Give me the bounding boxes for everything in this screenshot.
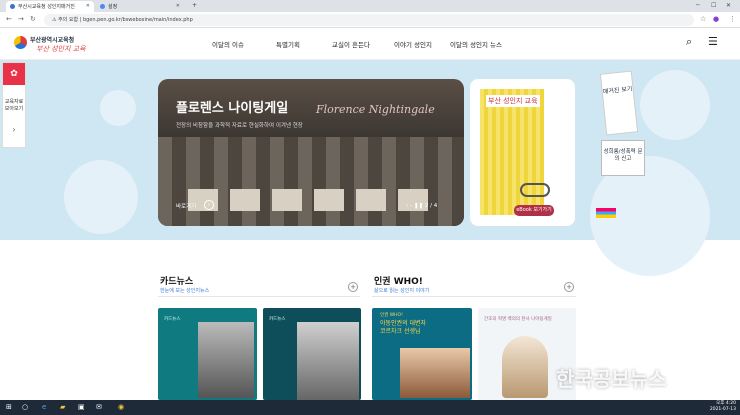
hero-subtitle: 전장의 비참함을 과학적 자료로 현실화하여 이겨낸 현장 bbox=[176, 123, 303, 129]
file-explorer-icon[interactable]: ▰ bbox=[60, 403, 65, 411]
slide-pause-button[interactable]: ❚❚ bbox=[414, 203, 423, 209]
who-subtitle: 삶으로 읽는 성인지 이야기 bbox=[374, 288, 430, 294]
card-label: 카드뉴스 bbox=[269, 317, 286, 322]
hero-script-title: Florence Nightingale bbox=[316, 103, 435, 116]
new-tab-button[interactable]: + bbox=[192, 2, 197, 9]
card-news-subtitle: 한눈에 보는 성인지뉴스 bbox=[160, 288, 210, 294]
url-text: bgen.pen.go.kr/bsweboxine/main/index.php bbox=[82, 17, 193, 23]
slide-prev-button[interactable]: ‹ bbox=[406, 203, 408, 209]
nav-item-special[interactable]: 특별기획 bbox=[276, 39, 300, 49]
chevron-right-icon[interactable]: › bbox=[3, 125, 25, 134]
slide-next-button[interactable]: › bbox=[410, 203, 412, 209]
browser-menu-icon[interactable]: ⋮ bbox=[729, 15, 736, 23]
browser-tab-title: 부산시교육청 성인지매거진 bbox=[18, 4, 75, 10]
side-tab-label-1: 교육자료 bbox=[4, 99, 24, 105]
windows-start-icon[interactable]: ⊞ bbox=[6, 403, 12, 411]
archive-photo-image bbox=[297, 322, 359, 400]
card-news-item[interactable]: 카드뉴스 bbox=[263, 308, 361, 400]
watermark: 한국공보뉴스 bbox=[556, 367, 667, 391]
search-icon[interactable]: ⌕ bbox=[686, 35, 692, 49]
minimize-icon[interactable]: ─ bbox=[696, 2, 700, 9]
site-favicon-icon bbox=[10, 4, 15, 9]
site-logo[interactable]: 부산광역시교육청 부산 성인지 교육 bbox=[14, 32, 86, 56]
back-icon[interactable]: ← bbox=[6, 15, 12, 23]
hero-slide[interactable]: 플로렌스 나이팅게일 Florence Nightingale 전장의 비참함을… bbox=[158, 79, 464, 226]
book-cover-title: 부산 성인지 교육 bbox=[486, 95, 540, 107]
decor-circle bbox=[640, 70, 710, 140]
decor-circle bbox=[100, 90, 136, 126]
portrait-image bbox=[198, 322, 254, 398]
browser-tab-settings[interactable]: 설정 ✕ bbox=[96, 1, 184, 12]
close-tab-icon[interactable]: ✕ bbox=[86, 3, 90, 9]
browser-tab-title: 설정 bbox=[108, 4, 118, 10]
card-label: 인권 WHO! bbox=[380, 313, 403, 318]
logo-org-name: 부산광역시교육청 bbox=[30, 37, 75, 44]
close-window-icon[interactable]: ✕ bbox=[726, 2, 731, 9]
books-stack-icon bbox=[596, 208, 616, 218]
who-divider bbox=[372, 296, 576, 297]
ebook-panel[interactable]: 부산 성인지 교육 eBook 보기가기 bbox=[470, 79, 575, 226]
ward-beds-image bbox=[188, 189, 438, 211]
who-card-text-1: 아동인권의 대변자 bbox=[380, 320, 427, 327]
card-label: 간호의 혁명 백의의 천사 나이팅게일 bbox=[484, 317, 552, 322]
windows-taskbar: ⊞ ○ e ▰ ▣ ✉ ◉ 오후 4:20 2021-07-13 bbox=[0, 400, 740, 415]
close-tab-icon[interactable]: ✕ bbox=[176, 3, 180, 9]
hamburger-menu-icon[interactable]: ☰ bbox=[708, 35, 718, 48]
slide-pager: ‹ › ❚❚ 2 / 4 bbox=[406, 203, 437, 209]
security-label: 주의 요함 bbox=[58, 17, 79, 23]
browser-tab-strip: 부산시교육청 성인지매거진 ✕ 설정 ✕ + ─ ☐ ✕ bbox=[0, 0, 740, 12]
forward-icon[interactable]: → bbox=[18, 15, 24, 23]
site-header: 부산광역시교육청 부산 성인지 교육 이달의 이슈 특별기획 교실이 흔든다 이… bbox=[0, 28, 740, 60]
bicycle-image bbox=[520, 183, 550, 197]
nav-item-news[interactable]: 이달의 성인지 뉴스 bbox=[450, 39, 502, 49]
mail-icon[interactable]: ✉ bbox=[96, 403, 102, 411]
store-icon[interactable]: ▣ bbox=[78, 403, 85, 411]
settings-favicon-icon bbox=[100, 4, 105, 9]
nightingale-portrait-image bbox=[502, 336, 548, 398]
browser-tab-active[interactable]: 부산시교육청 성인지매거진 ✕ bbox=[6, 1, 94, 12]
nav-item-story[interactable]: 이야기 성인지 bbox=[394, 39, 432, 49]
arrow-right-icon[interactable]: › bbox=[204, 200, 214, 210]
maximize-icon[interactable]: ☐ bbox=[711, 2, 716, 9]
gift-icon: ✿ bbox=[3, 63, 25, 85]
decor-circle bbox=[64, 160, 138, 234]
nav-item-classroom[interactable]: 교실이 흔든다 bbox=[332, 39, 370, 49]
nav-item-issue[interactable]: 이달의 이슈 bbox=[212, 39, 244, 49]
magazine-link[interactable]: 매거진 보기 bbox=[599, 70, 639, 136]
card-news-divider bbox=[158, 296, 360, 297]
card-news-more-button[interactable]: + bbox=[348, 282, 358, 292]
slide-page-count: 2 / 4 bbox=[424, 203, 438, 209]
logo-emblem-icon bbox=[14, 36, 27, 49]
who-title: 인권 WHO! bbox=[374, 277, 423, 287]
search-taskbar-icon[interactable]: ○ bbox=[22, 403, 28, 411]
warning-icon: ⚠ bbox=[52, 17, 57, 23]
who-item[interactable]: 인권 WHO! 아동인권의 대변자 코르차크 선생님 bbox=[372, 308, 472, 400]
who-more-button[interactable]: + bbox=[564, 282, 574, 292]
side-tab-label-2: 모아보기 bbox=[4, 106, 24, 112]
hero-title: 플로렌스 나이팅게일 bbox=[176, 101, 289, 116]
logo-title: 부산 성인지 교육 bbox=[36, 45, 86, 53]
ebook-view-button[interactable]: eBook 보기가기 bbox=[514, 205, 554, 216]
clock-date: 2021-07-13 bbox=[709, 407, 736, 412]
browser-toolbar: ← → ↻ ⚠ 주의 요함 | bgen.pen.go.kr/bsweboxin… bbox=[0, 12, 740, 28]
card-label: 카드뉴스 bbox=[164, 317, 181, 322]
system-clock: 오후 4:20 2021-07-13 bbox=[710, 401, 736, 413]
materials-side-tab[interactable]: ✿ 교육자료 모아보기 › bbox=[2, 62, 26, 148]
children-photo-image bbox=[400, 348, 470, 398]
hero-more-link[interactable]: 바로가기 bbox=[176, 202, 196, 210]
profile-avatar-icon[interactable]: ● bbox=[713, 15, 719, 23]
edge-icon[interactable]: e bbox=[42, 403, 46, 411]
bookmark-star-icon[interactable]: ☆ bbox=[700, 15, 706, 23]
chrome-taskbar-icon[interactable]: ◉ bbox=[118, 403, 124, 411]
report-link[interactable]: 성희롱/성폭력 문의 신고 bbox=[601, 140, 645, 176]
card-news-item[interactable]: 카드뉴스 bbox=[158, 308, 257, 400]
card-news-title: 카드뉴스 bbox=[160, 277, 194, 287]
address-bar[interactable]: ⚠ 주의 요함 | bgen.pen.go.kr/bsweboxine/main… bbox=[44, 14, 694, 26]
reload-icon[interactable]: ↻ bbox=[30, 15, 36, 23]
who-card-text-2: 코르차크 선생님 bbox=[380, 328, 421, 335]
hospital-ward-image bbox=[158, 137, 464, 226]
